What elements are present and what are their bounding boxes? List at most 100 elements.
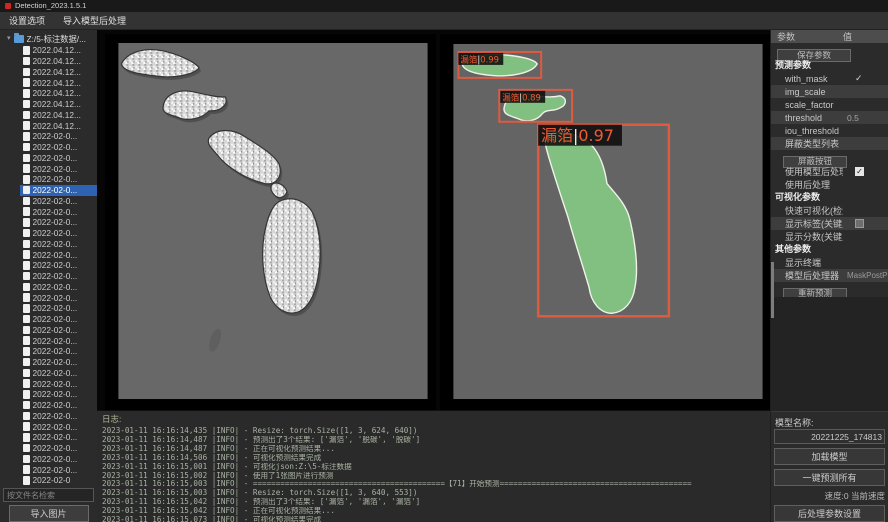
save-params-row: 保存参数: [771, 43, 888, 59]
detection-score: 0.99: [480, 54, 499, 64]
menu-import-postprocess[interactable]: 导入模型后处理: [54, 12, 135, 30]
load-model-button[interactable]: 加载模型: [774, 448, 885, 465]
file-icon: [23, 293, 30, 302]
log-line: 2023-01-11 16:16:15,001 |INFO| - 可视化json…: [102, 463, 770, 472]
param-value: [843, 219, 888, 228]
param-row[interactable]: 显示标签(关键点): [771, 217, 888, 230]
file-icon: [23, 100, 30, 109]
tree-item[interactable]: 2022-02-0...: [20, 292, 97, 303]
tree-item-label: 2022.04.12...: [33, 110, 81, 120]
tree-item[interactable]: 2022-02-0...: [20, 163, 97, 174]
prediction-image: 漏箔|0.99 漏箔|0.89 漏箔|0.97: [440, 34, 770, 410]
tree-item[interactable]: 2022-02-0...: [20, 314, 97, 325]
param-row[interactable]: 屏蔽类型列表: [771, 137, 888, 150]
tree-item[interactable]: 2022-02-0...: [20, 400, 97, 411]
checkbox-empty-icon[interactable]: [855, 219, 864, 228]
file-icon: [23, 412, 30, 421]
model-name-field[interactable]: 20221225_174813: [774, 429, 885, 444]
param-row[interactable]: 快速可视化(检测): [771, 204, 888, 217]
tree-item[interactable]: 2022-02-0...: [20, 153, 97, 164]
tree-item[interactable]: 2022-02-0: [20, 475, 97, 486]
tree-item-label: 2022-02-0...: [33, 379, 78, 389]
tree-item[interactable]: 2022.04.12...: [20, 110, 97, 121]
checkbox-checked-icon[interactable]: ✓: [855, 167, 864, 176]
tree-item[interactable]: 2022-02-0...: [20, 131, 97, 142]
tree-item[interactable]: 2022-02-0...: [20, 357, 97, 368]
param-row[interactable]: threshold0.5: [771, 111, 888, 124]
param-row[interactable]: 显示分数(关键点): [771, 230, 888, 243]
param-row[interactable]: 使用后处理: [771, 178, 888, 191]
tree-item[interactable]: 2022-02-0...: [20, 464, 97, 475]
original-image-panel[interactable]: [105, 34, 436, 410]
tree-item[interactable]: 2022-02-0...: [20, 239, 97, 250]
params-scrollbar[interactable]: [771, 262, 774, 318]
caret-down-icon[interactable]: ▾: [7, 32, 11, 45]
tree-item-label: 2022-02-0...: [33, 174, 78, 184]
params-spacer: [771, 297, 888, 411]
search-input[interactable]: [3, 488, 94, 502]
tree-item[interactable]: 2022-02-0...: [20, 196, 97, 207]
tree-item-label: 2022-02-0: [33, 475, 71, 485]
param-section-label: 预测参数: [771, 59, 888, 72]
tree-item[interactable]: 2022-02-0...: [20, 335, 97, 346]
tree-item[interactable]: 2022-02-0...: [20, 282, 97, 293]
param-row[interactable]: with_mask✓: [771, 72, 888, 85]
tree-item[interactable]: 2022-02-0...: [20, 368, 97, 379]
tree-item[interactable]: 2022-02-0...: [20, 142, 97, 153]
tree-root[interactable]: ▾ Z:/5-标注数据/...: [0, 32, 97, 45]
check-icon: ✓: [847, 73, 863, 84]
tree-item[interactable]: 2022-02-0...: [20, 454, 97, 465]
tree-item[interactable]: 2022.04.12...: [20, 77, 97, 88]
tree-item[interactable]: 2022-02-0...: [20, 249, 97, 260]
tree-item[interactable]: 2022-02-0...: [20, 206, 97, 217]
tree-item-label: 2022-02-0...: [33, 196, 78, 206]
file-icon: [23, 283, 30, 292]
tree-item[interactable]: 2022-02-0...: [20, 260, 97, 271]
tree-item[interactable]: 2022-02-0...: [20, 325, 97, 336]
tree-item[interactable]: 2022-02-0...: [20, 217, 97, 228]
param-row[interactable]: img_scale: [771, 85, 888, 98]
tree-item[interactable]: 2022.04.12...: [20, 88, 97, 99]
tree-item[interactable]: 2022-02-0...: [20, 443, 97, 454]
file-icon: [23, 326, 30, 335]
param-row[interactable]: 显示终端: [771, 256, 888, 269]
param-row[interactable]: 使用模型后处理✓: [771, 165, 888, 178]
tree-item[interactable]: 2022.04.12...: [20, 67, 97, 78]
tree-item[interactable]: 2022.04.12...: [20, 45, 97, 56]
param-row[interactable]: iou_threshold: [771, 124, 888, 137]
file-icon: [23, 164, 30, 173]
tree-item[interactable]: 2022-02-0...: [20, 432, 97, 443]
tree-item[interactable]: 2022-02-0...: [20, 389, 97, 400]
log-panel[interactable]: 日志: 2023-01-11 16:16:14,435 |INFO| - Res…: [97, 410, 770, 522]
tree-item[interactable]: 2022-02-0...: [20, 411, 97, 422]
tree-item[interactable]: 2022-02-0...: [20, 228, 97, 239]
tree-item[interactable]: 2022-02-0...: [20, 271, 97, 282]
predict-all-button[interactable]: 一键预测所有: [774, 469, 885, 486]
model-section: 模型名称: 20221225_174813 加载模型 一键预测所有 速度:0 当…: [771, 411, 888, 522]
tree-item-label: 2022-02-0...: [33, 260, 78, 270]
tree-item[interactable]: 2022.04.12...: [20, 120, 97, 131]
param-label: scale_factor: [771, 100, 843, 110]
tree-item[interactable]: 2022.04.12...: [20, 56, 97, 67]
tree-item[interactable]: 2022-02-0...: [20, 346, 97, 357]
tree-item[interactable]: 2022-02-0...: [20, 378, 97, 389]
param-row[interactable]: scale_factor: [771, 98, 888, 111]
tree-item-label: 2022-02-0...: [33, 346, 78, 356]
window-title: Detection_2023.1.5.1: [15, 0, 86, 12]
params-header-name: 参数: [771, 30, 843, 43]
param-row[interactable]: 模型后处理器MaskPostPro: [771, 269, 888, 282]
param-label: 屏蔽类型列表: [771, 137, 843, 150]
center-area: 漏箔|0.99 漏箔|0.89 漏箔|0.97 日志: 2023-01-11 1…: [97, 30, 770, 522]
tree-item[interactable]: 2022-02-0...: [20, 174, 97, 185]
tree-item[interactable]: 2022-02-0...: [20, 303, 97, 314]
prediction-image-panel[interactable]: 漏箔|0.99 漏箔|0.89 漏箔|0.97: [440, 34, 770, 410]
file-icon: [23, 315, 30, 324]
tree-item[interactable]: 2022.04.12...: [20, 99, 97, 110]
tree-item[interactable]: 2022-02-0...: [20, 421, 97, 432]
menu-settings[interactable]: 设置选项: [0, 12, 54, 30]
import-images-button[interactable]: 导入图片: [9, 505, 89, 522]
postprocess-settings-button[interactable]: 后处理参数设置: [774, 505, 885, 522]
tree-item-label: 2022-02-0...: [33, 217, 78, 227]
tree-item[interactable]: 2022-02-0...: [20, 185, 97, 196]
file-icon: [23, 207, 30, 216]
